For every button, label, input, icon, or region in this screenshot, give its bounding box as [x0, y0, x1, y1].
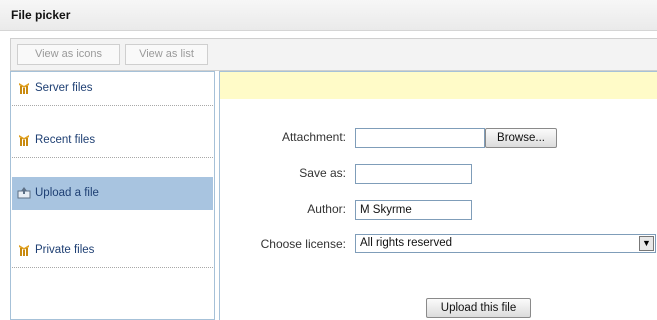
dialog-title: File picker: [11, 8, 71, 22]
chevron-down-icon[interactable]: ▼: [639, 236, 654, 251]
sidebar-item-server-files[interactable]: Server files: [12, 72, 213, 106]
view-as-icons-button[interactable]: View as icons: [17, 44, 120, 65]
sidebar-item-recent-files[interactable]: Recent files: [12, 124, 213, 158]
dialog-title-bar: File picker: [0, 0, 657, 31]
sidebar-item-label: Upload a file: [35, 187, 99, 199]
repository-icon: [19, 135, 29, 146]
repository-icon: [19, 83, 29, 94]
message-bar: [220, 72, 657, 99]
browse-button[interactable]: Browse...: [485, 128, 557, 148]
attachment-label: Attachment:: [281, 130, 346, 144]
upload-this-file-button[interactable]: Upload this file: [426, 298, 531, 318]
save-as-field[interactable]: [355, 164, 472, 184]
sidebar-item-label: Private files: [35, 244, 95, 256]
repository-icon: [19, 245, 29, 256]
license-select[interactable]: All rights reserved ▼: [355, 234, 656, 253]
sidebar-item-label: Recent files: [35, 134, 96, 146]
attachment-field[interactable]: [355, 128, 485, 148]
repository-sidebar: Server files Recent files Upload a file …: [10, 71, 215, 320]
sidebar-item-private-files[interactable]: Private files: [12, 234, 213, 268]
sidebar-item-label: Server files: [35, 82, 93, 94]
author-label: Author:: [307, 202, 346, 216]
view-as-list-button[interactable]: View as list: [125, 44, 208, 65]
choose-license-label: Choose license:: [260, 237, 346, 251]
sidebar-item-upload-a-file[interactable]: Upload a file: [12, 177, 213, 210]
upload-form-panel: Attachment: Browse... Save as: Author: C…: [219, 71, 657, 320]
license-select-value: All rights reserved: [360, 237, 453, 249]
author-field[interactable]: [355, 200, 472, 220]
save-as-label: Save as:: [299, 166, 346, 180]
view-toolbar: View as icons View as list: [10, 38, 657, 71]
upload-icon: [17, 187, 31, 199]
